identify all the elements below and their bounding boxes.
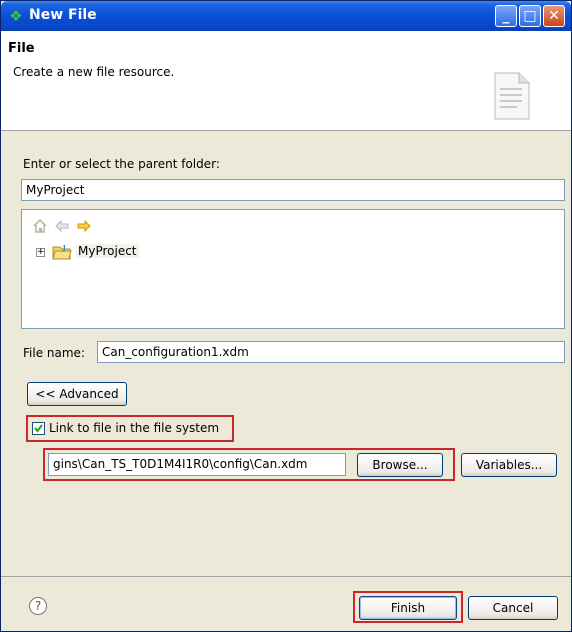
minimize-button[interactable]: _	[495, 5, 517, 27]
forward-arrow-icon[interactable]	[76, 218, 92, 234]
close-icon: ✕	[548, 8, 560, 24]
parent-folder-input[interactable]: MyProject	[21, 179, 565, 201]
cancel-button[interactable]: Cancel	[468, 596, 558, 620]
check-icon	[34, 424, 43, 433]
file-name-input[interactable]: Can_configuration1.xdm	[97, 341, 565, 363]
link-checkbox-label[interactable]: Link to file in the file system	[49, 421, 219, 435]
project-folder-icon: J	[52, 244, 72, 260]
new-file-icon	[494, 72, 530, 120]
page-title: File	[8, 41, 35, 56]
back-arrow-icon[interactable]	[54, 218, 70, 234]
wizard-header: File Create a new file resource.	[1, 31, 571, 131]
maximize-button[interactable]: □	[519, 5, 541, 27]
footer-separator	[1, 576, 571, 577]
file-name-label: File name:	[23, 346, 85, 360]
browse-button[interactable]: Browse...	[357, 453, 443, 477]
maximize-icon: □	[523, 8, 537, 24]
svg-text:J: J	[62, 244, 66, 252]
close-button[interactable]: ✕	[543, 5, 565, 27]
finish-button[interactable]: Finish	[359, 596, 457, 620]
variables-button[interactable]: Variables...	[461, 453, 557, 477]
tree-expander[interactable]: +	[36, 248, 45, 257]
minimize-icon: _	[502, 8, 510, 24]
home-icon[interactable]	[32, 218, 48, 234]
page-description: Create a new file resource.	[13, 65, 175, 79]
app-icon: ❖	[9, 7, 23, 25]
advanced-button[interactable]: << Advanced	[27, 382, 127, 406]
link-checkbox[interactable]	[32, 422, 45, 435]
parent-folder-label: Enter or select the parent folder:	[23, 157, 220, 171]
link-path-input[interactable]: gins\Can_TS_T0D1M4I1R0\config\Can.xdm	[48, 453, 346, 476]
folder-tree[interactable]: + J MyProject	[21, 209, 565, 329]
help-icon[interactable]: ?	[29, 597, 47, 615]
window-title: New File	[29, 7, 97, 23]
title-bar[interactable]: ❖ New File _ □ ✕	[1, 1, 571, 31]
new-file-dialog: ❖ New File _ □ ✕ File Create a new file …	[0, 0, 572, 632]
tree-item-myproject[interactable]: MyProject	[76, 244, 139, 258]
